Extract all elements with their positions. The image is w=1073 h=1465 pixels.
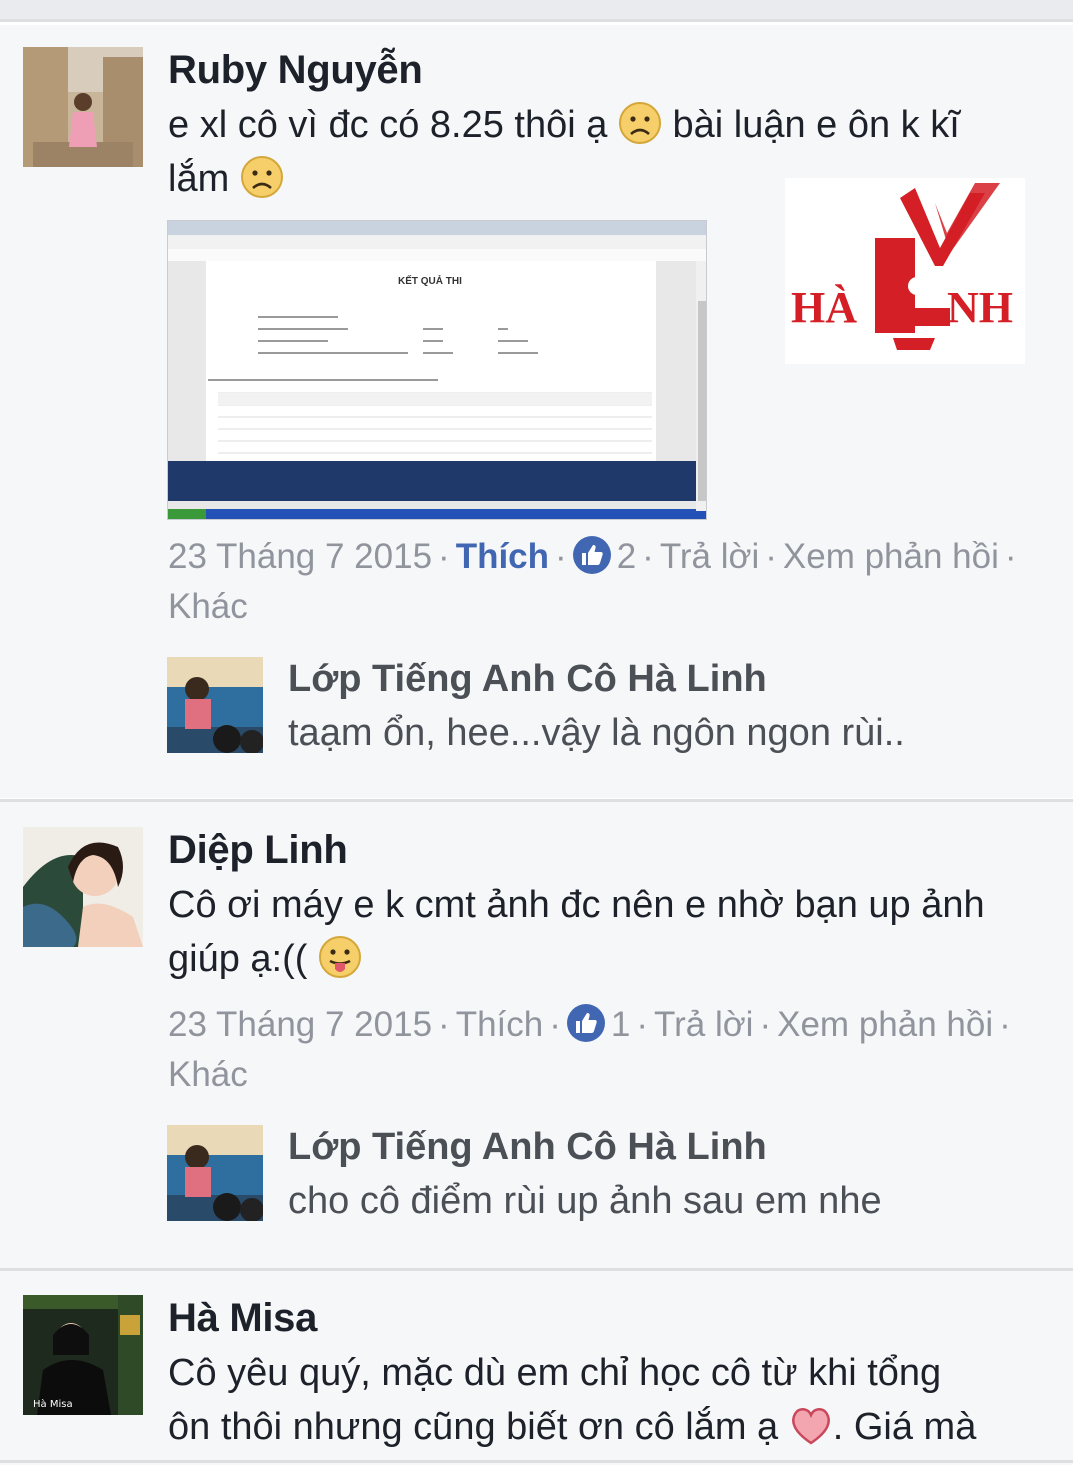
- comment-text: Cô yêu quý, mặc dù em chỉ học cô từ khi …: [168, 1346, 1058, 1454]
- reply-text: cho cô điểm rùi up ảnh sau em nhe: [288, 1180, 882, 1222]
- like-button[interactable]: Thích: [456, 1005, 544, 1044]
- avatar[interactable]: [23, 827, 143, 947]
- comment-text-part: giúp ạ:((: [168, 938, 318, 980]
- avatar[interactable]: [23, 47, 143, 167]
- reply-button[interactable]: Trả lời: [660, 537, 759, 576]
- comment-text-part: Cô yêu quý, mặc dù em chỉ học cô từ khi …: [168, 1352, 942, 1394]
- logo-text-right: NH: [947, 283, 1013, 332]
- like-button[interactable]: Thích: [456, 537, 549, 576]
- comment-text-part: . Giá mà: [832, 1406, 977, 1448]
- more-button[interactable]: Khác: [168, 587, 248, 626]
- reply-text: taạm ổn, hee...vậy là ngôn ngon rùi..: [288, 712, 905, 754]
- sad-face-icon: [618, 101, 662, 145]
- comment-author[interactable]: Ruby Nguyễn: [168, 48, 423, 93]
- view-replies-button[interactable]: Xem phản hồi: [783, 537, 999, 576]
- sad-face-icon: [240, 155, 284, 199]
- logo-text-left: HÀ: [791, 283, 857, 332]
- svg-text:Hà Misa: Hà Misa: [33, 1398, 73, 1410]
- reply-avatar[interactable]: [167, 1125, 263, 1221]
- comment-text-part: Cô ơi máy e k cmt ảnh đc nên e nhờ bạn u…: [168, 884, 985, 926]
- reply-button[interactable]: Trả lời: [654, 1005, 753, 1044]
- comment-text-part: bài luận e ôn k kĩ: [661, 104, 960, 146]
- comment-meta: 23 Tháng 7 2015 · Thích · 2 · Trả lời · Xem phản…: [168, 536, 1017, 626]
- comment-text-part: ôn thôi nhưng cũng biết ơn cô lắm ạ: [168, 1406, 789, 1448]
- comment-date[interactable]: 23 Tháng 7 2015: [168, 1005, 432, 1044]
- tongue-out-face-icon: [318, 935, 362, 979]
- view-replies-button[interactable]: Xem phản hồi: [777, 1005, 993, 1044]
- comment-meta: 23 Tháng 7 2015 · Thích · 1 · Trả lời · Xem phản…: [168, 1004, 1011, 1094]
- ha-linh-logo: HÀ NH: [785, 178, 1025, 364]
- comment-text-part: e xl cô vì đc có 8.25 thôi ạ: [168, 104, 618, 146]
- like-thumb-icon[interactable]: [572, 536, 611, 574]
- heart-icon: [789, 1403, 833, 1447]
- attached-screenshot-image[interactable]: KẾT QUẢ THI: [167, 220, 707, 520]
- avatar[interactable]: Hà Misa: [23, 1295, 143, 1415]
- comment-author[interactable]: Hà Misa: [168, 1296, 317, 1341]
- screenshot-title: KẾT QUẢ THI: [398, 276, 462, 287]
- reply-avatar[interactable]: [167, 657, 263, 753]
- comment-text-part: lắm: [168, 158, 240, 200]
- like-count: 2: [616, 537, 637, 576]
- comment-date[interactable]: 23 Tháng 7 2015: [168, 537, 432, 576]
- bottom-divider: [0, 1460, 1073, 1463]
- comment-text: Cô ơi máy e k cmt ảnh đc nên e nhờ bạn u…: [168, 878, 1058, 986]
- top-strip: [0, 0, 1073, 22]
- comment-author[interactable]: Diệp Linh: [168, 828, 348, 873]
- like-thumb-icon[interactable]: [566, 1004, 605, 1042]
- more-button[interactable]: Khác: [168, 1055, 248, 1094]
- reply-author[interactable]: Lớp Tiếng Anh Cô Hà Linh: [288, 658, 767, 701]
- like-count: 1: [610, 1005, 631, 1044]
- reply-author[interactable]: Lớp Tiếng Anh Cô Hà Linh: [288, 1126, 767, 1169]
